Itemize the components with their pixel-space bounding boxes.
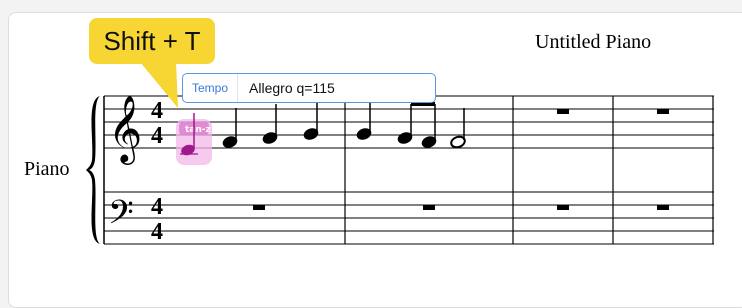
barlines xyxy=(344,96,714,244)
tempo-input[interactable] xyxy=(238,75,431,101)
bass-clef-icon: 𝄢 xyxy=(108,194,134,240)
time-sig-top: 4 xyxy=(151,98,163,124)
time-sig-bottom: 4 xyxy=(151,123,163,149)
tempo-popup: Tempo xyxy=(182,73,436,103)
brace xyxy=(86,96,100,244)
measure-1-notes[interactable] xyxy=(222,100,320,149)
bass-time-signature: 4 4 xyxy=(151,194,163,245)
rests[interactable] xyxy=(253,109,669,210)
tempo-label: Tempo xyxy=(183,74,239,102)
time-sig-bottom: 4 xyxy=(151,219,163,245)
measure-2-notes[interactable] xyxy=(356,100,467,149)
treble-clef-icon: 𝄞 xyxy=(108,94,142,165)
instrument-label: Piano xyxy=(24,158,70,180)
selected-note[interactable]: tan-z xyxy=(176,113,212,165)
selected-note-tag: tan-z xyxy=(185,125,211,135)
bass-staff xyxy=(104,191,714,245)
treble-time-signature: 4 4 xyxy=(151,98,163,149)
time-sig-top: 4 xyxy=(151,194,163,220)
score-title: Untitled Piano xyxy=(535,31,652,53)
shortcut-hint: Shift + T xyxy=(89,18,215,64)
